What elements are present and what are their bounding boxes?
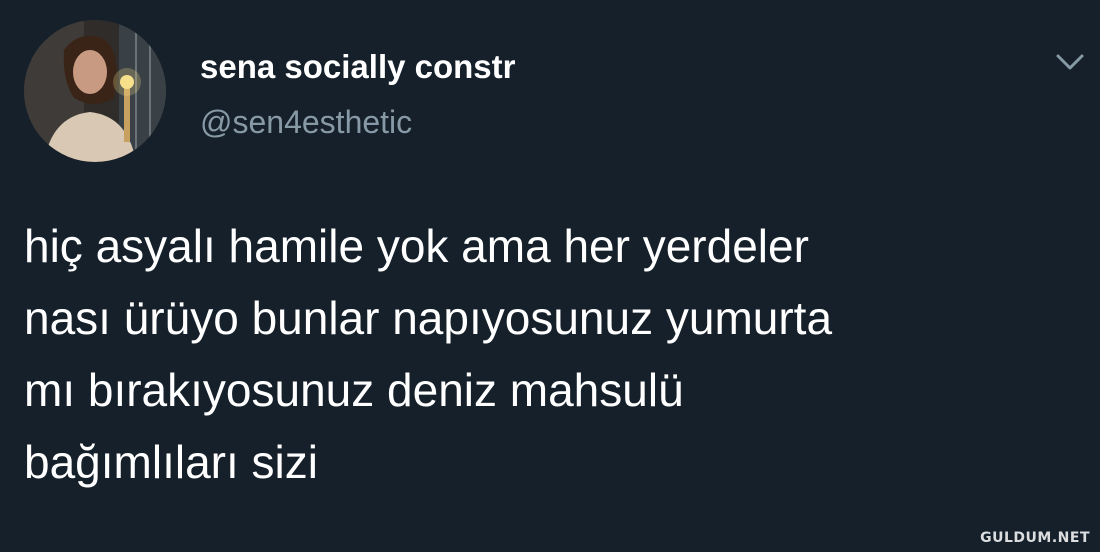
avatar-image	[24, 20, 166, 162]
display-name[interactable]: sena socially constr	[200, 47, 515, 87]
tweet-text-line: mı bırakıyosunuz deniz mahsulü	[24, 364, 684, 416]
tweet-card: sena socially constr @sen4esthetic hiç a…	[0, 0, 1100, 552]
user-handle[interactable]: @sen4esthetic	[200, 102, 412, 142]
avatar[interactable]	[24, 20, 166, 162]
tweet-text-line: hiç asyalı hamile yok ama her yerdeler	[24, 220, 809, 272]
tweet-text-line: nası ürüyo bunlar napıyosunuz yumurta	[24, 292, 833, 344]
tweet-text-line: bağımlıları sizi	[24, 436, 318, 488]
watermark: GULDUM.NET	[980, 530, 1090, 546]
tweet-text: hiç asyalı hamile yok ama her yerdeler n…	[24, 210, 1084, 498]
chevron-down-icon[interactable]	[1052, 48, 1088, 76]
